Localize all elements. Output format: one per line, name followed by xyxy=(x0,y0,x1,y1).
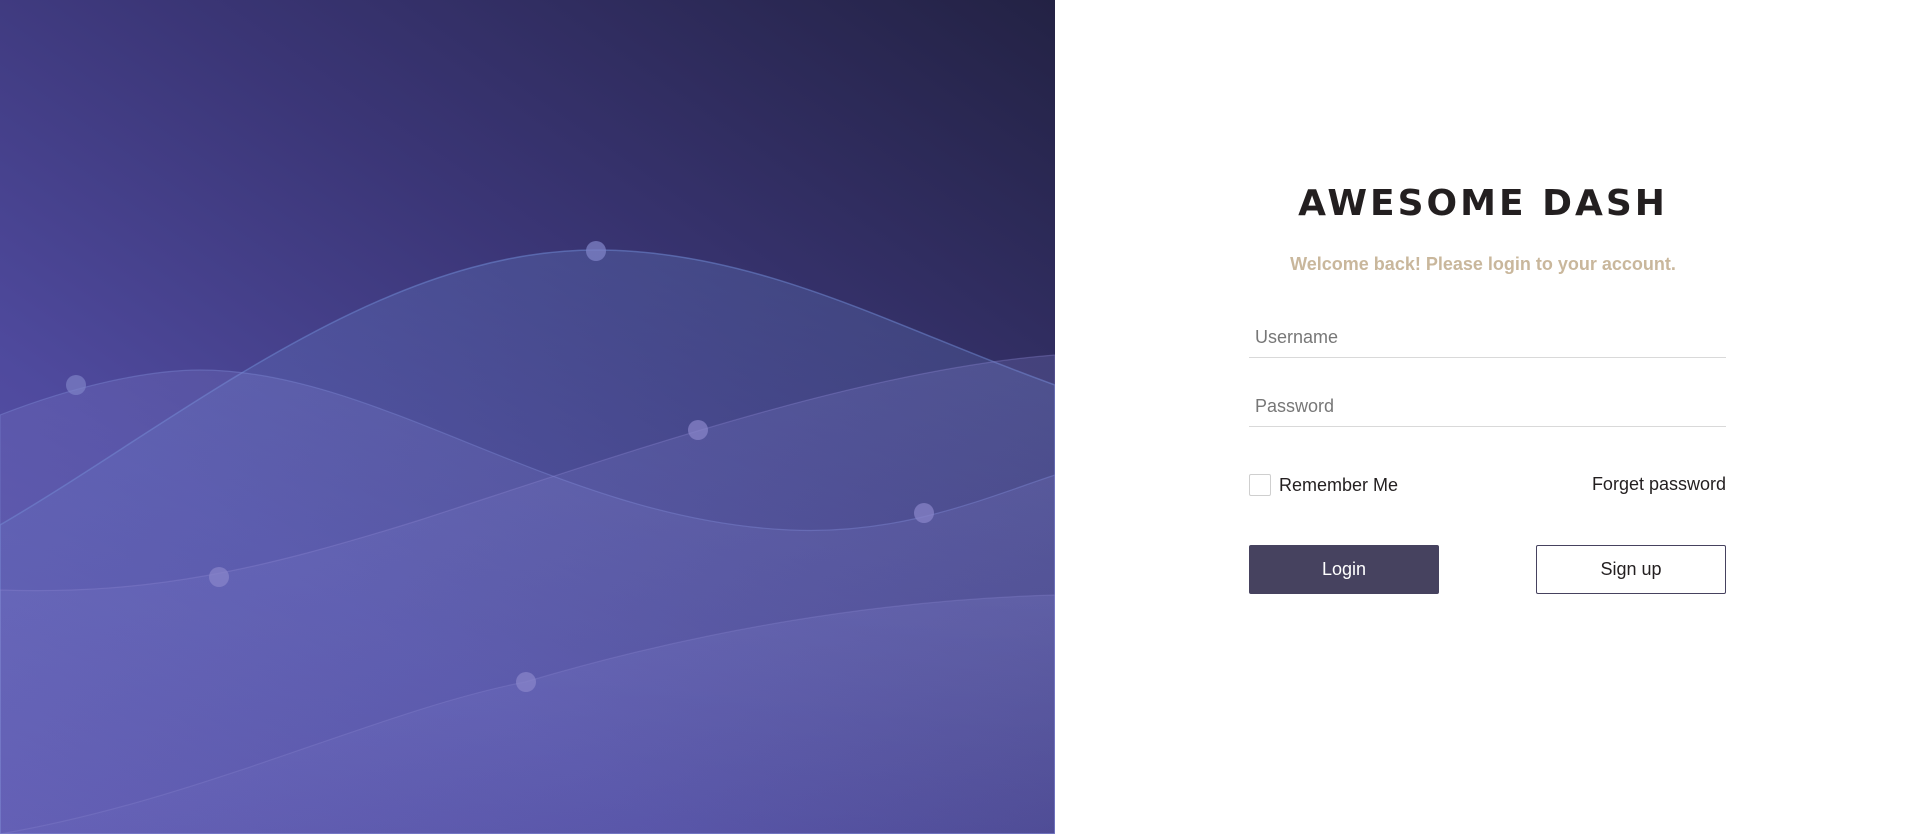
login-button[interactable]: Login xyxy=(1249,545,1439,594)
username-input[interactable] xyxy=(1249,318,1726,358)
wave-dot xyxy=(586,241,606,261)
wave-dot xyxy=(209,567,229,587)
wave-dot xyxy=(914,503,934,523)
wave-dot xyxy=(66,375,86,395)
login-page: AWESOME DASH Welcome back! Please login … xyxy=(0,0,1911,834)
remember-me-checkbox[interactable]: Remember Me xyxy=(1249,474,1398,496)
wave-background xyxy=(0,241,1055,834)
login-panel: AWESOME DASH Welcome back! Please login … xyxy=(1055,0,1911,834)
brand-title: AWESOME DASH xyxy=(1298,183,1668,224)
welcome-subtitle: Welcome back! Please login to your accou… xyxy=(1290,254,1676,274)
sign-up-button[interactable]: Sign up xyxy=(1536,545,1726,594)
forgot-password-link[interactable]: Forget password xyxy=(1592,474,1726,495)
wave-dot xyxy=(688,420,708,440)
remember-me-label: Remember Me xyxy=(1279,474,1399,495)
hero-illustration xyxy=(0,0,1055,834)
wave-dot xyxy=(516,672,536,692)
password-input[interactable] xyxy=(1249,387,1726,427)
checkbox-unchecked-icon[interactable] xyxy=(1249,474,1271,496)
